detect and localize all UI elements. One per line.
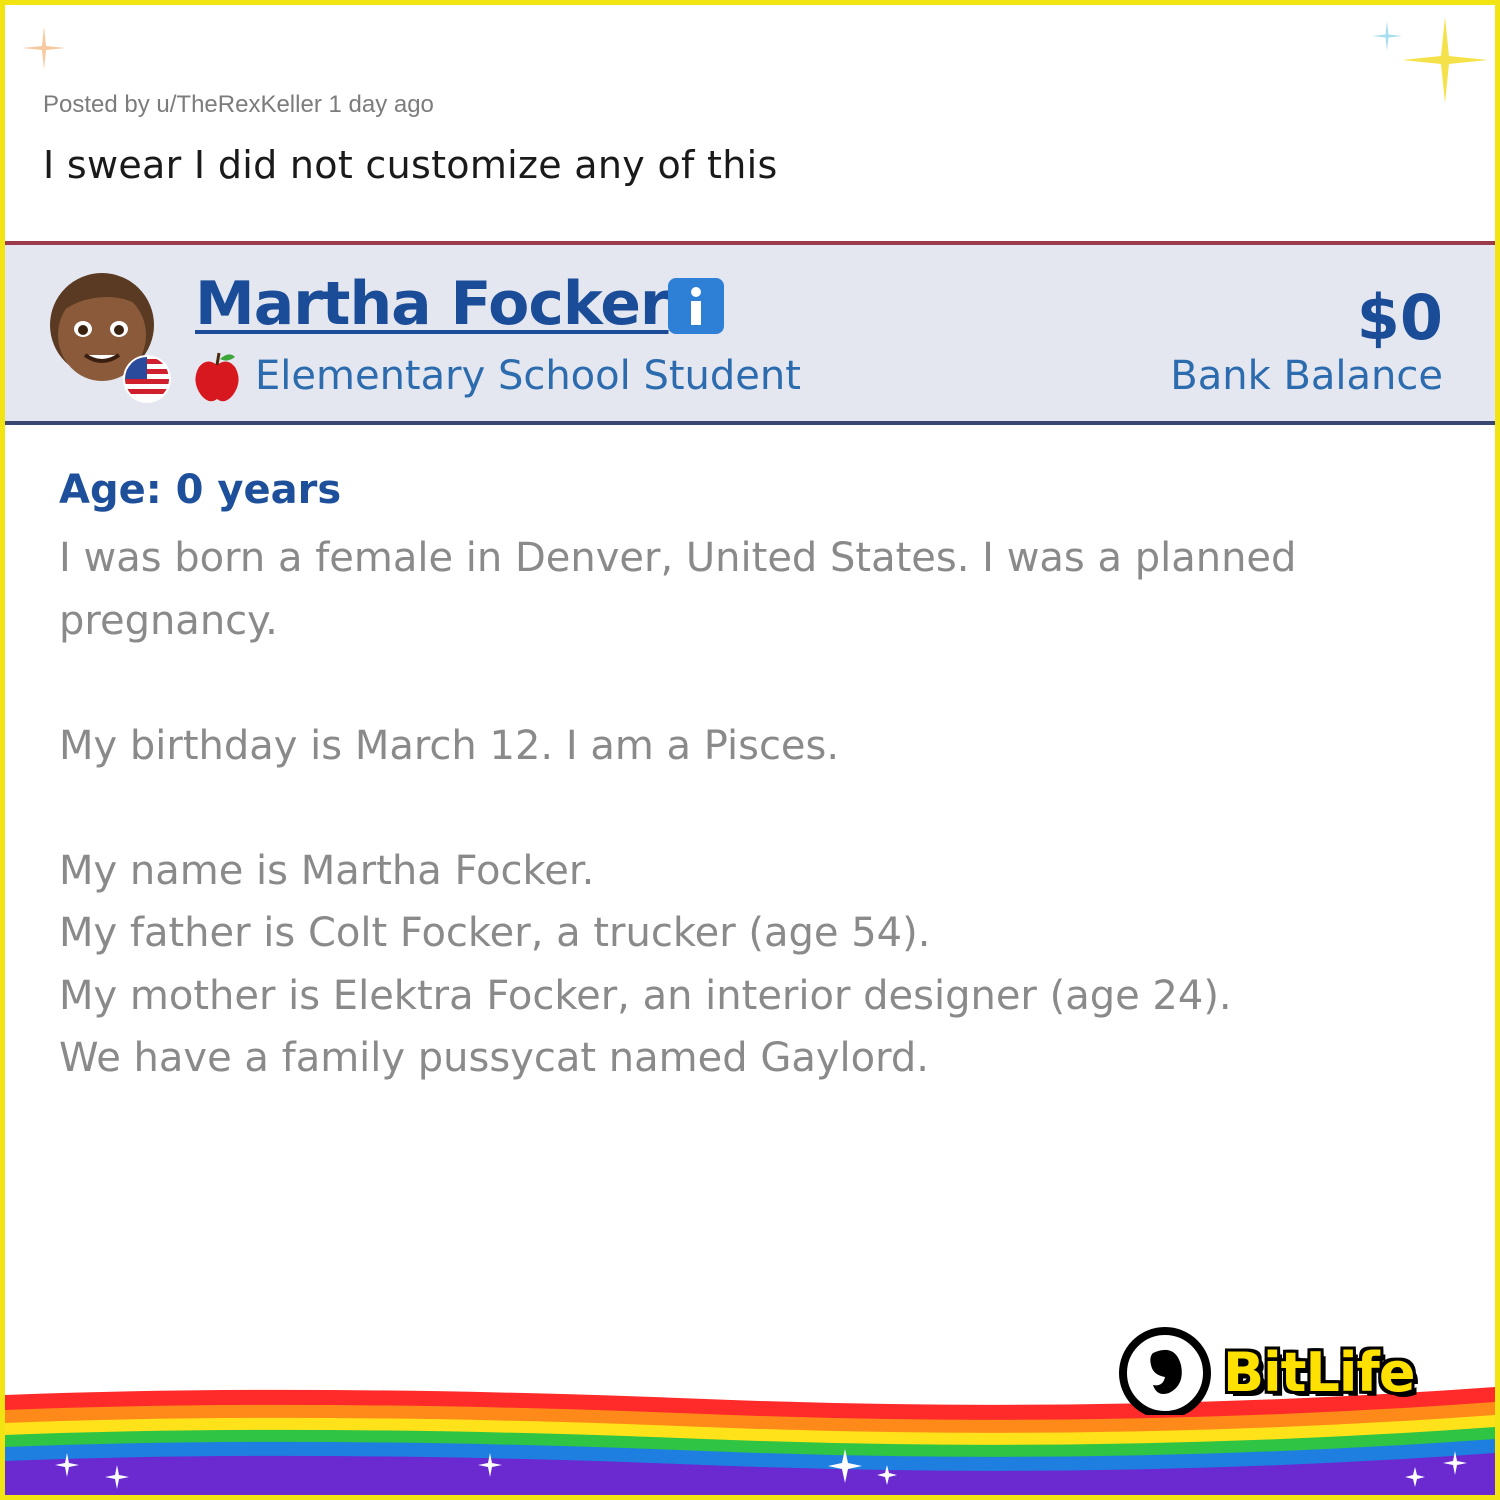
post-frame: Posted by u/TheRexKeller 1 day ago I swe… (5, 5, 1495, 1495)
sparkle-icon (22, 26, 66, 70)
story-line: pregnancy. (59, 597, 278, 644)
sparkle-icon (1372, 21, 1402, 51)
occupation: Elementary School Student (255, 353, 801, 399)
story-line: I was born a female in Denver, United St… (59, 535, 1297, 581)
story-line: My mother is Elektra Focker, an interior… (59, 972, 1232, 1019)
us-flag-icon (123, 355, 171, 403)
life-story: I was born a female in Denver, United St… (59, 527, 1389, 1090)
character-header: Martha Focker Elementary School Student … (5, 241, 1495, 425)
sparkle-icon (1402, 17, 1488, 103)
bitlife-logo-text: BitLife (1223, 1341, 1416, 1404)
bank-balance-label: Bank Balance (1170, 353, 1443, 399)
story-line (59, 652, 1389, 715)
age-heading: Age: 0 years (59, 467, 342, 513)
character-name[interactable]: Martha Focker (195, 269, 669, 339)
post-title: I swear I did not customize any of this (43, 143, 778, 187)
avatar[interactable] (47, 267, 177, 407)
story-line: My birthday is March 12. I am a Pisces. (59, 722, 840, 769)
info-icon[interactable] (667, 277, 725, 335)
bank-balance-value: $0 (1356, 281, 1443, 354)
post-meta: Posted by u/TheRexKeller 1 day ago (43, 91, 434, 118)
apple-icon (195, 352, 239, 402)
story-line: We have a family pussycat named Gaylord. (59, 1035, 929, 1081)
story-line: My father is Colt Focker, a trucker (age… (59, 910, 931, 956)
story-line (59, 777, 1389, 840)
story-line: My name is Martha Focker. (59, 847, 595, 894)
